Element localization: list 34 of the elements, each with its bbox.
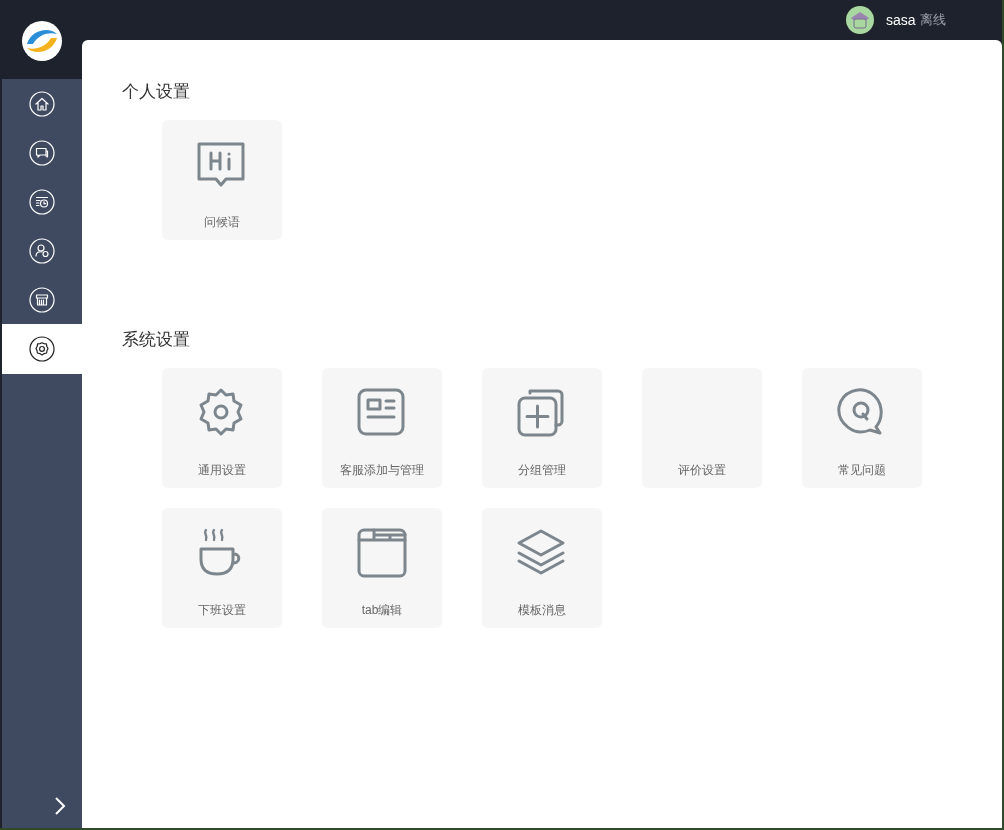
- avatar: [846, 6, 874, 34]
- settings-tile[interactable]: tab编辑: [322, 508, 442, 628]
- tile-label: 下班设置: [198, 602, 246, 619]
- nav-item[interactable]: [2, 324, 82, 374]
- expand-chevron-icon[interactable]: [54, 796, 66, 816]
- user-name: sasa: [886, 10, 916, 30]
- settings-tile[interactable]: 分组管理: [482, 368, 602, 488]
- chat-icon: [29, 139, 55, 166]
- tile-label: 客服添加与管理: [340, 462, 424, 479]
- settings-tile[interactable]: 评价设置: [642, 368, 762, 488]
- settings-tile[interactable]: 模板消息: [482, 508, 602, 628]
- logo-icon: [21, 19, 63, 62]
- settings-tile[interactable]: 常见问题: [802, 368, 922, 488]
- tile-label: 评价设置: [678, 462, 726, 479]
- home-icon: [29, 90, 55, 117]
- settings-icon: [29, 336, 55, 362]
- history-icon: [29, 188, 55, 215]
- tile-label: 问候语: [204, 214, 240, 231]
- user-settings-icon: [29, 237, 55, 264]
- settings-tile[interactable]: 通用设置: [162, 368, 282, 488]
- settings-tile[interactable]: 问候语: [162, 120, 282, 240]
- profile-card-icon: [356, 387, 408, 439]
- tile-label: 分组管理: [518, 462, 566, 479]
- tile-label: 通用设置: [198, 462, 246, 479]
- tile-label: 常见问题: [838, 462, 886, 479]
- tile-label: tab编辑: [361, 602, 403, 619]
- tile-label: 模板消息: [518, 602, 566, 619]
- settings-tile[interactable]: 下班设置: [162, 508, 282, 628]
- user-status: 离线: [919, 11, 946, 30]
- section-title: 个人设置: [122, 82, 191, 102]
- section-title: 系统设置: [122, 330, 191, 350]
- store-icon: [29, 286, 55, 313]
- settings-tile[interactable]: 客服添加与管理: [322, 368, 442, 488]
- browser-window-icon: [356, 527, 408, 579]
